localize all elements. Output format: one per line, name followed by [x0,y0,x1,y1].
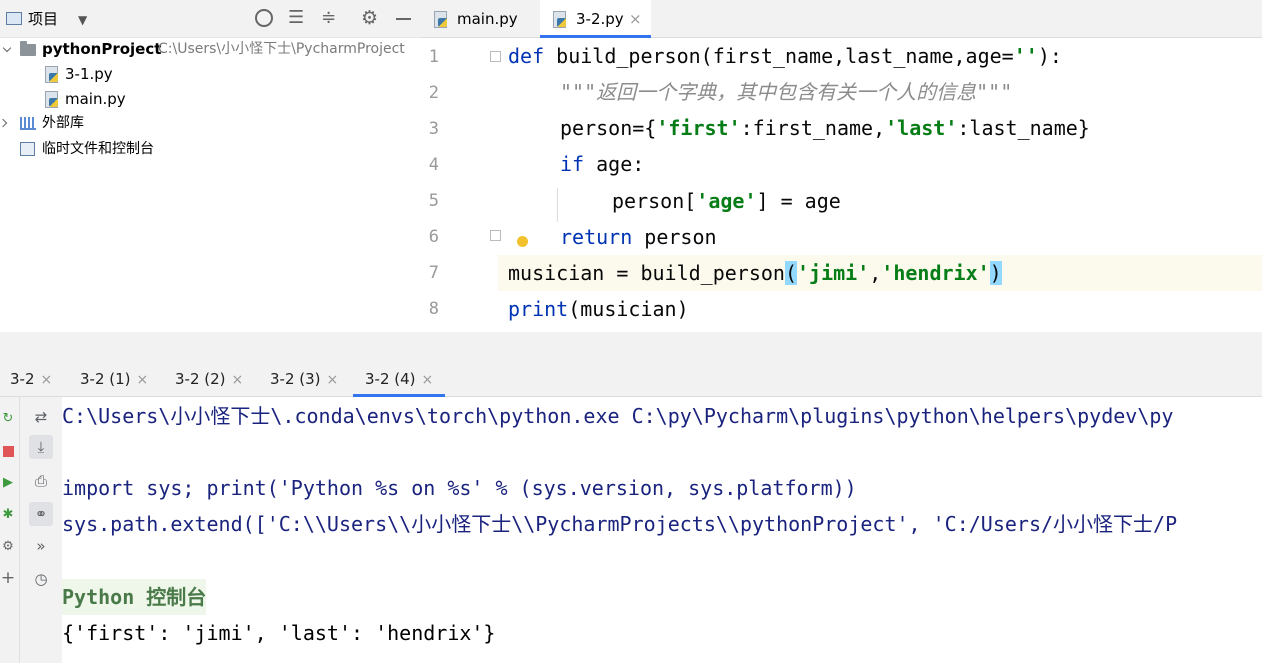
settings-icon[interactable]: ⚙ [0,537,16,555]
tab-label: 3-2 (1) [80,370,131,388]
panel-splitter[interactable] [0,332,1262,362]
tab-3-2-1[interactable]: 3-2 (1) × [80,362,148,397]
soft-wrap-icon[interactable]: ⇄ [29,405,53,429]
close-icon[interactable]: × [327,372,339,388]
show-variables-icon[interactable]: ⚭ [29,502,53,526]
line-number: 5 [428,191,439,211]
code-line-6: return person [560,225,717,249]
tree-item-label: 外部库 [42,115,84,131]
gear-icon[interactable]: ⚙ [361,6,378,30]
tab-label: 3-2 (3) [270,370,321,388]
line-number: 8 [428,299,439,319]
locate-icon[interactable] [255,9,273,27]
project-panel-title[interactable]: 项目 [28,0,58,38]
console-banner: Python 控制台 [62,579,207,615]
close-icon[interactable]: × [137,372,149,388]
tree-item-label: pythonProject [42,40,162,58]
line-gutter: 1 2 3 4 5 6 7 8 [421,38,528,332]
code-line-5: person['age'] = age [612,189,841,213]
project-panel-icon [6,12,22,25]
indent-guide [557,188,558,222]
fold-marker-icon[interactable] [490,51,501,62]
close-icon[interactable]: × [629,0,642,38]
add-icon[interactable]: + [0,568,16,588]
print-icon[interactable]: ⎙ [29,469,53,493]
tree-item-label: 临时文件和控制台 [42,141,154,157]
console-actions-strip: ↻ ▶ ✱ ⚙ + [0,397,20,663]
console-line: import sys; print('Python %s on %s' % (s… [62,476,857,500]
python-file-icon [433,11,448,28]
code-line-3: person={'first':first_name,'last':last_n… [560,116,1090,140]
line-number: 3 [428,119,439,139]
console-toolbar: ⇄ ⤓ ⎙ ⚭ » ◷ [20,397,62,663]
fold-marker-icon[interactable] [490,230,501,241]
lightbulb-icon[interactable] [517,236,528,247]
tab-3-2-py[interactable]: 3-2.py × [540,0,651,38]
expand-all-icon[interactable]: ☰ [288,6,304,30]
minimize-icon[interactable] [396,18,411,20]
code-line-4: if age: [560,152,645,176]
run-icon[interactable]: ▶ [0,473,16,491]
project-tree [0,38,421,360]
close-icon[interactable]: × [232,372,244,388]
line-number: 6 [428,227,439,247]
tab-main-py[interactable]: main.py [421,0,540,38]
tab-3-2-2[interactable]: 3-2 (2) × [175,362,243,397]
close-icon[interactable]: × [41,372,53,388]
scratches-icon [20,142,35,156]
tab-label: 3-2 [10,370,35,388]
code-line-2: """返回一个字典，其中包含有关一个人的信息""" [560,80,1013,104]
project-panel-header: 项目 ▼ ☰ ≑ ⚙ [0,0,421,38]
tab-label: main.py [457,10,518,28]
tab-label: 3-2.py [576,10,624,28]
line-number: 7 [428,263,439,283]
line-number: 2 [428,83,439,103]
tree-item-label: 3-1.py [65,65,113,83]
collapse-all-icon[interactable]: ≑ [321,6,336,30]
chevron-down-icon[interactable]: ▼ [78,10,87,30]
tab-3-2-4[interactable]: 3-2 (4) × [353,362,446,397]
code-line-7: musician = build_person('jimi','hendrix'… [508,261,1002,285]
line-number: 1 [428,47,439,67]
scroll-to-end-icon[interactable]: ⤓ [29,435,53,459]
tab-label: 3-2 (2) [175,370,226,388]
close-icon[interactable]: × [422,372,434,388]
history-icon[interactable]: ◷ [29,567,53,591]
console-result: {'first': 'jimi', 'last': 'hendrix'} [62,621,496,645]
python-file-icon [44,91,59,108]
console-line: sys.path.extend(['C:\\Users\\小小怪下士\\Pych… [62,512,1178,536]
python-file-icon [44,66,59,83]
tree-item-label: main.py [65,90,126,108]
folder-icon [20,41,36,56]
bug-icon[interactable]: ✱ [0,505,16,523]
library-icon [20,117,36,130]
console-line: C:\Users\小小怪下士\.conda\envs\torch\python.… [62,404,1174,428]
console-tab-bar: 3-2 × 3-2 (1) × 3-2 (2) × 3-2 (3) × 3-2 (4) × [0,362,1262,397]
stop-icon[interactable] [0,442,16,460]
tab-3-2-3[interactable]: 3-2 (3) × [270,362,338,397]
code-line-1: def build_person(first_name,last_name,ag… [508,44,1062,68]
editor-tab-bar: main.py 3-2.py × [421,0,1262,38]
python-file-icon [552,11,567,28]
tab-label: 3-2 (4) [365,370,416,388]
tree-item-path: C:\Users\小小怪下士\PycharmProject [158,41,405,57]
tab-3-2[interactable]: 3-2 × [10,362,52,397]
line-number: 4 [428,155,439,175]
rerun-icon[interactable]: ↻ [0,409,16,427]
more-icon[interactable]: » [29,534,53,558]
code-line-8: print(musician) [508,297,689,321]
